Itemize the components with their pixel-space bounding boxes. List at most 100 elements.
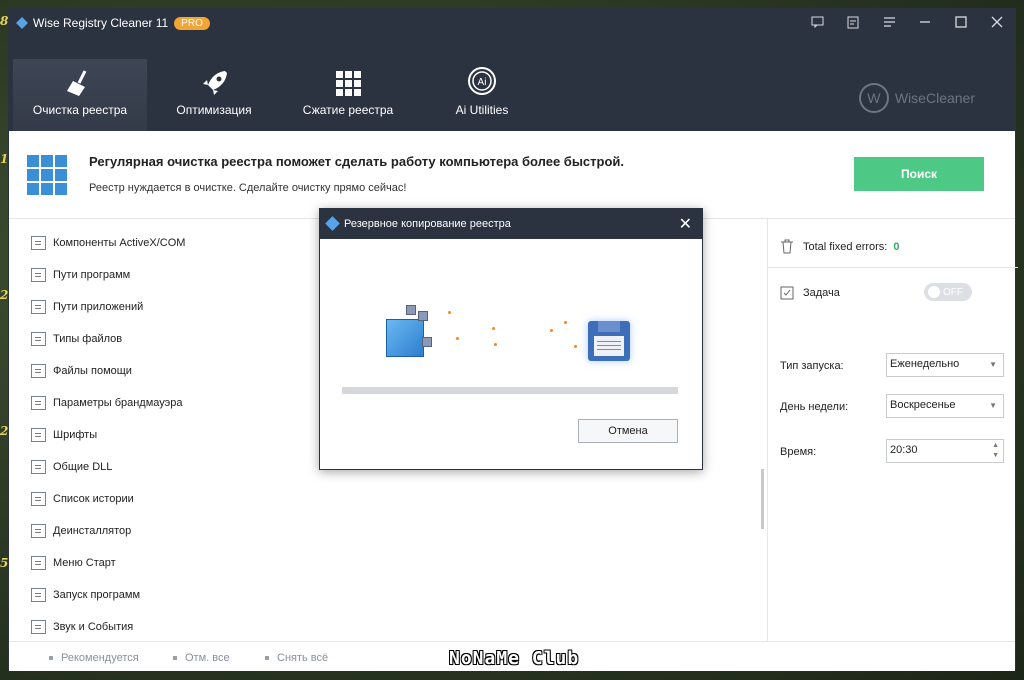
tab-label: Ai Utilities	[455, 103, 509, 117]
tab-ai-utilities[interactable]: Ai Ai Utilities	[415, 59, 549, 131]
recommended-link[interactable]: Рекомендуется	[49, 652, 139, 664]
tab-optimization[interactable]: Оптимизация	[147, 59, 281, 131]
particle	[574, 345, 577, 348]
particle	[448, 311, 451, 314]
cancel-button[interactable]: Отмена	[578, 419, 678, 443]
clipboard-check-icon	[780, 286, 794, 300]
start-menu-icon	[31, 556, 46, 570]
deselect-all-link[interactable]: Снять всё	[265, 652, 328, 664]
tab-registry-defrag[interactable]: Сжатие реестра	[281, 59, 415, 131]
task-label: Задача	[803, 286, 840, 299]
tab-label: Очистка реестра	[32, 103, 128, 117]
app-logo-icon	[325, 216, 340, 231]
scrollbar[interactable]	[761, 469, 764, 529]
minimize-icon[interactable]	[907, 9, 943, 35]
pro-badge: PRO	[174, 16, 210, 30]
banner: Регулярная очистка реестра поможет сдела…	[9, 131, 1015, 219]
app-path-icon	[31, 300, 46, 314]
desktop-mark: 1	[0, 152, 9, 166]
list-item[interactable]: Пути программ	[31, 267, 130, 283]
weekday-value: Воскресенье	[890, 399, 956, 411]
category-label: Файлы помощи	[53, 365, 132, 377]
time-input[interactable]: 20:30 ▲ ▼	[886, 439, 1004, 463]
fixed-errors-row: Total fixed errors: 0	[780, 239, 900, 254]
schedule-toggle[interactable]: OFF	[924, 283, 972, 301]
list-item[interactable]: Компоненты ActiveX/COM	[31, 235, 185, 251]
grid-icon	[336, 71, 361, 96]
list-item[interactable]: Звук и События	[31, 619, 133, 635]
app-logo-icon	[16, 17, 28, 29]
sound-icon	[31, 620, 46, 634]
firewall-icon	[31, 396, 46, 410]
category-label: Пути приложений	[53, 301, 144, 313]
weekday-label: День недели:	[780, 401, 849, 413]
launch-type-value: Еженедельно	[890, 358, 960, 370]
font-icon	[31, 428, 46, 442]
app-title-text: Wise Registry Cleaner 11	[33, 16, 169, 30]
desktop-mark: 2	[0, 424, 9, 438]
help-file-icon	[31, 364, 46, 378]
window-controls	[799, 9, 1015, 35]
list-item[interactable]: Общие DLL	[31, 459, 112, 475]
trash-icon	[781, 239, 793, 254]
list-item[interactable]: Файлы помощи	[31, 363, 132, 379]
list-item[interactable]: Меню Старт	[31, 555, 116, 571]
menu-icon[interactable]	[871, 9, 907, 35]
watermark: NoNaMe Club	[449, 648, 580, 669]
spinner-icon[interactable]: ▲ ▼	[992, 441, 999, 461]
close-icon[interactable]	[979, 9, 1015, 35]
titlebar: Wise Registry Cleaner 11 PRO Очистка рее…	[9, 9, 1015, 131]
category-label: Общие DLL	[53, 461, 113, 473]
category-label: Типы файлов	[53, 333, 123, 345]
backup-animation	[380, 305, 640, 369]
history-icon	[31, 492, 46, 506]
notes-icon[interactable]	[835, 9, 871, 35]
toggle-knob	[928, 286, 940, 298]
list-item[interactable]: Пути приложений	[31, 299, 143, 315]
backup-progress-bar	[342, 387, 678, 394]
category-label: Шрифты	[53, 429, 98, 441]
svg-text:Ai: Ai	[478, 77, 487, 88]
feedback-icon[interactable]	[799, 9, 835, 35]
category-label: Звук и События	[53, 621, 134, 633]
particle	[456, 337, 459, 340]
banner-subtitle: Реестр нуждается в очистке. Сделайте очи…	[89, 182, 407, 194]
startup-icon	[31, 588, 46, 602]
list-item[interactable]: Список истории	[31, 491, 134, 507]
time-label: Время:	[780, 446, 817, 458]
list-item[interactable]: Шрифты	[31, 427, 97, 443]
launch-type-select[interactable]: Еженедельно ▼	[886, 353, 1004, 377]
uninstaller-icon	[31, 524, 46, 538]
dialog-titlebar: Резервное копирование реестра ✕	[320, 209, 702, 239]
cube-fragment	[422, 337, 432, 347]
desktop-mark: 5	[0, 556, 9, 570]
category-label: Параметры брандмауэра	[53, 397, 183, 409]
maximize-icon[interactable]	[943, 9, 979, 35]
list-item[interactable]: Запуск программ	[31, 587, 140, 603]
tab-registry-clean[interactable]: Очистка реестра	[13, 59, 147, 131]
desktop-mark: 2	[0, 288, 9, 302]
category-label: Деинсталлятор	[53, 525, 132, 537]
file-type-icon	[31, 332, 46, 346]
list-item[interactable]: Параметры брандмауэра	[31, 395, 183, 411]
weekday-select[interactable]: Воскресенье ▼	[886, 394, 1004, 418]
right-panel: Total fixed errors: 0 Задача OFF Тип зап…	[767, 219, 1018, 641]
chevron-down-icon: ▼	[989, 401, 997, 410]
desktop-mark: 8	[0, 14, 9, 28]
close-icon[interactable]: ✕	[679, 214, 692, 234]
particle	[564, 321, 567, 324]
list-item[interactable]: Типы файлов	[31, 331, 122, 347]
rocket-icon	[203, 71, 227, 95]
category-label: Компоненты ActiveX/COM	[53, 237, 186, 249]
scan-button[interactable]: Поиск	[854, 157, 984, 191]
app-title: Wise Registry Cleaner 11 PRO	[16, 16, 210, 30]
list-item[interactable]: Деинсталлятор	[31, 523, 131, 539]
broom-icon	[67, 70, 87, 96]
footer: Рекомендуется Отм. все Снять всё NoNaMe …	[9, 641, 1015, 671]
cube-fragment	[418, 311, 428, 321]
brand-circle: W	[858, 83, 889, 113]
fixed-errors-count: 0	[893, 240, 900, 253]
launch-type-label: Тип запуска:	[780, 360, 844, 372]
select-all-link[interactable]: Отм. все	[173, 652, 230, 664]
brand-logo: W WiseCleaner	[858, 83, 975, 113]
